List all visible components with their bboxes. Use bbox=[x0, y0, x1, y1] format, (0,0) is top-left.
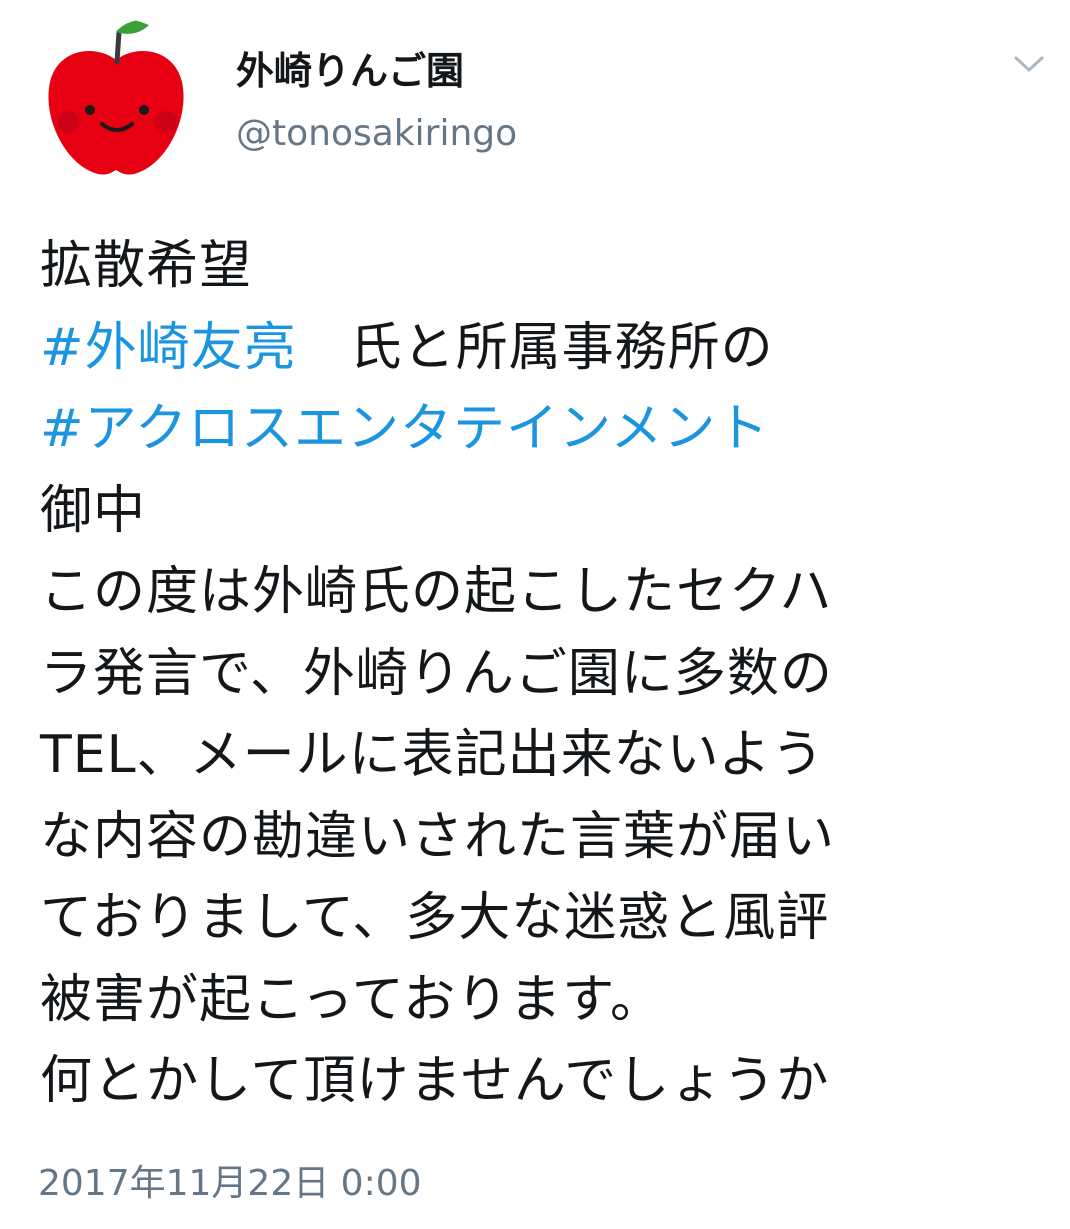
tweet-line: #外崎友亮 氏と所属事務所の bbox=[40, 308, 1050, 390]
tweet-menu-button[interactable] bbox=[1004, 44, 1054, 84]
tweet-line: 拡散希望 bbox=[40, 236, 253, 296]
tweet-line: この度は外崎氏の起こしたセクハ bbox=[40, 562, 833, 622]
hashtag-link[interactable]: #アクロスエンタテインメント bbox=[40, 399, 769, 459]
apple-character-icon bbox=[48, 20, 184, 175]
hashtag-link[interactable]: #外崎友亮 bbox=[40, 318, 297, 378]
tweet-line: ておりまして、多大な迷惑と風評 bbox=[40, 888, 830, 948]
account-handle[interactable]: @tonosakiringo bbox=[236, 108, 517, 160]
tweet-text: 拡散希望 #外崎友亮 氏と所属事務所の #アクロスエンタテインメント 御中 この… bbox=[40, 226, 1050, 1123]
tweet-line: 御中 bbox=[40, 480, 147, 541]
tweet-line: TEL、メールに表記出来ないよう bbox=[40, 725, 825, 785]
tweet-timestamp[interactable]: 2017年11月22日 0:00 bbox=[38, 1156, 422, 1212]
display-name[interactable]: 外崎りんご園 bbox=[236, 44, 464, 98]
tweet-line: 被害が起こっております。 bbox=[40, 969, 664, 1030]
avatar[interactable] bbox=[36, 18, 196, 178]
tweet-line: な内容の勘違いされた言葉が届い bbox=[40, 806, 836, 867]
tweet-line: #アクロスエンタテインメント bbox=[40, 389, 1050, 471]
chevron-down-icon bbox=[1014, 56, 1044, 72]
tweet-line: ラ発言で、外崎りんご園に多数の bbox=[40, 643, 833, 704]
tweet-line: 何とかして頂けませんでしょうか bbox=[40, 1051, 830, 1111]
tweet-text-segment: 氏と所属事務所の bbox=[296, 317, 774, 378]
